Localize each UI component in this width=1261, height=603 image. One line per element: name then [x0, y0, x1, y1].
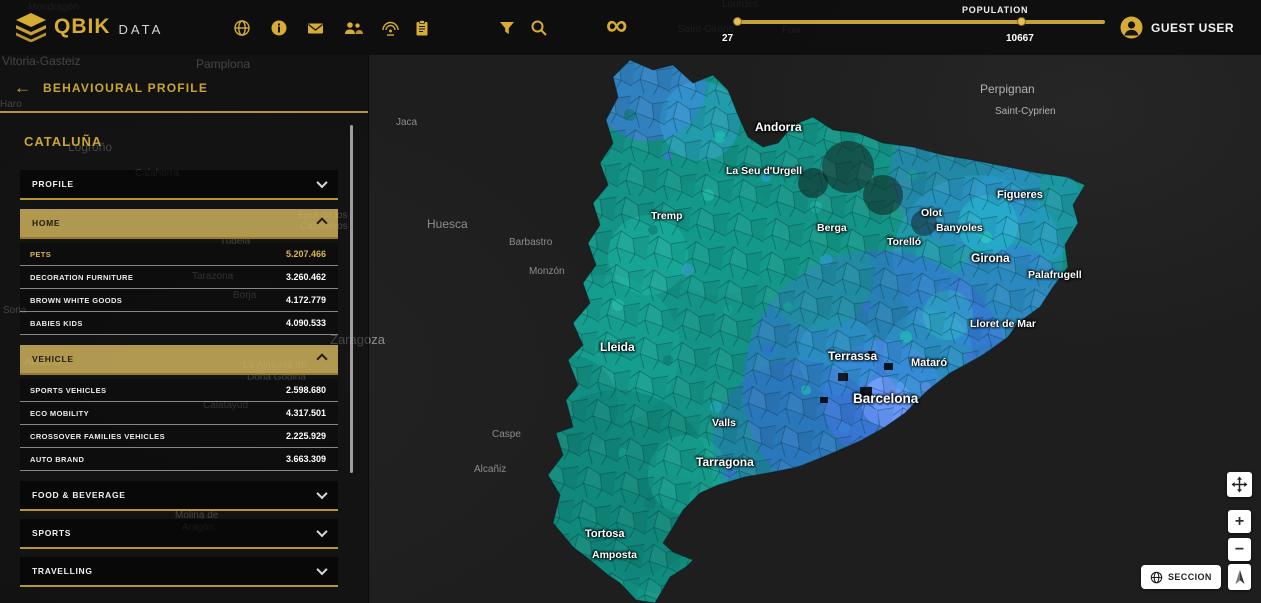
- population-min-value: 27: [722, 33, 733, 44]
- team-icon[interactable]: [343, 18, 363, 38]
- panel-header: ← BEHAVIOURAL PROFILE: [14, 79, 208, 96]
- choropleth-map[interactable]: [368, 55, 1261, 603]
- layers-logo-icon: [14, 12, 48, 42]
- section-header-travelling[interactable]: TRAVELLING: [20, 557, 338, 587]
- item-value: 4.172.779: [286, 295, 326, 305]
- section-header-sports[interactable]: SPORTS: [20, 519, 338, 549]
- user-menu[interactable]: GUEST USER: [1120, 16, 1234, 39]
- item-label: CROSSOVER FAMILIES VEHICLES: [30, 432, 165, 441]
- item-value: 3.663.309: [286, 454, 326, 464]
- seccion-label: SECCION: [1168, 572, 1212, 582]
- back-icon[interactable]: ←: [14, 79, 31, 96]
- list-item-brown-white-goods[interactable]: BROWN WHITE GOODS 4.172.779: [20, 289, 338, 312]
- avatar-icon: [1120, 16, 1143, 39]
- list-item-decoration-furniture[interactable]: DECORATION FURNITURE 3.260.462: [20, 266, 338, 289]
- compass-button[interactable]: [1228, 564, 1251, 590]
- section-label: FOOD & BEVERAGE: [32, 490, 126, 500]
- topbar: QBIK DATA: [0, 0, 1261, 55]
- globe-icon: [1150, 571, 1163, 584]
- item-label: ECO MOBILITY: [30, 409, 89, 418]
- section-header-food-beverage[interactable]: FOOD & BEVERAGE: [20, 481, 338, 511]
- filter-icon[interactable]: [497, 18, 517, 38]
- item-value: 4.317.501: [286, 408, 326, 418]
- list-item-eco-mobility[interactable]: ECO MOBILITY 4.317.501: [20, 402, 338, 425]
- list-item-auto-brand[interactable]: AUTO BRAND 3.663.309: [20, 448, 338, 471]
- item-label: BROWN WHITE GOODS: [30, 296, 122, 305]
- population-max-value: 10667: [1006, 33, 1034, 44]
- chevron-down-icon: [316, 526, 327, 537]
- population-slider-handle-min[interactable]: [733, 17, 742, 26]
- choropleth-regions: [368, 55, 1261, 603]
- population-slider[interactable]: [735, 20, 1105, 24]
- section-header-home[interactable]: HOME: [20, 209, 338, 239]
- item-value: 2.225.929: [286, 431, 326, 441]
- region-title: CATALUÑA: [24, 134, 102, 149]
- app-screen: MondragónLourdesSaint-GironsFoixVitoria-…: [0, 0, 1261, 603]
- seccion-button[interactable]: SECCION: [1141, 565, 1221, 589]
- clipboard-icon[interactable]: [412, 18, 432, 38]
- item-value: 5.207.466: [286, 249, 326, 259]
- section-header-vehicle[interactable]: VEHICLE: [20, 345, 338, 375]
- item-value: 4.090.533: [286, 318, 326, 328]
- mail-icon[interactable]: [305, 18, 325, 38]
- list-item-pets[interactable]: PETS 5.207.466: [20, 243, 338, 266]
- item-label: SPORTS VEHICLES: [30, 386, 106, 395]
- chevron-down-icon: [316, 177, 327, 188]
- chevron-up-icon: [316, 353, 327, 364]
- section-label: SPORTS: [32, 528, 71, 538]
- zoom-in-button[interactable]: +: [1228, 510, 1251, 533]
- brand-name: QBIK: [54, 15, 111, 39]
- profile-dropdown[interactable]: PROFILE: [20, 170, 338, 200]
- title-underline: [0, 111, 368, 113]
- chevron-down-icon: [316, 564, 327, 575]
- brand-suffix: DATA: [119, 22, 164, 37]
- brand-logo: QBIK DATA: [14, 12, 163, 42]
- zoom-out-button[interactable]: −: [1228, 538, 1251, 561]
- section-label: HOME: [32, 218, 60, 228]
- signal-icon[interactable]: [380, 18, 400, 38]
- item-label: PETS: [30, 250, 51, 259]
- user-label: GUEST USER: [1151, 21, 1234, 35]
- profile-label: PROFILE: [32, 179, 74, 189]
- pan-button[interactable]: [1227, 472, 1252, 497]
- panel-title: BEHAVIOURAL PROFILE: [43, 81, 208, 95]
- item-value: 2.598.680: [286, 385, 326, 395]
- compass-needle-icon: [1233, 569, 1247, 586]
- sidebar-panel: ← BEHAVIOURAL PROFILE CATALUÑA PROFILE H…: [0, 55, 369, 603]
- section-label: TRAVELLING: [32, 566, 93, 576]
- item-label: AUTO BRAND: [30, 455, 84, 464]
- info-icon[interactable]: [269, 18, 289, 38]
- list-item-sports-vehicles[interactable]: SPORTS VEHICLES 2.598.680: [20, 379, 338, 402]
- item-value: 3.260.462: [286, 272, 326, 282]
- infinity-logo-icon: ∞: [606, 8, 627, 44]
- item-label: BABIES KIDS: [30, 319, 83, 328]
- move-icon: [1231, 476, 1248, 493]
- chevron-up-icon: [316, 217, 327, 228]
- globe-icon[interactable]: [232, 18, 252, 38]
- sidebar-scrollbar[interactable]: [350, 125, 353, 473]
- chevron-down-icon: [316, 488, 327, 499]
- search-icon[interactable]: [529, 18, 549, 38]
- item-label: DECORATION FURNITURE: [30, 273, 133, 282]
- population-slider-handle-max[interactable]: [1017, 17, 1026, 26]
- section-label: VEHICLE: [32, 354, 74, 364]
- population-label: POPULATION: [962, 5, 1028, 15]
- list-item-crossover-families-vehicles[interactable]: CROSSOVER FAMILIES VEHICLES 2.225.929: [20, 425, 338, 448]
- list-item-babies-kids[interactable]: BABIES KIDS 4.090.533: [20, 312, 338, 335]
